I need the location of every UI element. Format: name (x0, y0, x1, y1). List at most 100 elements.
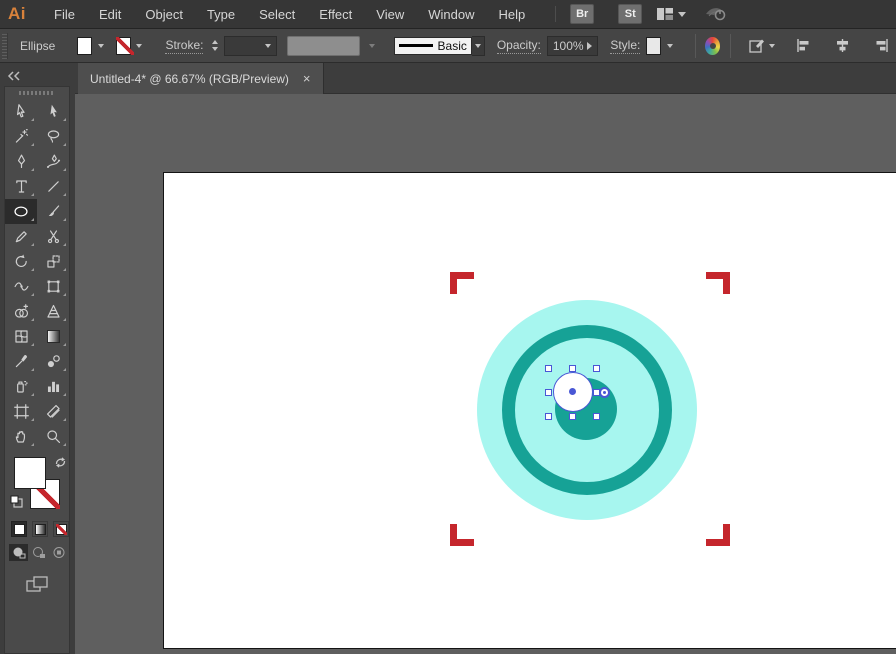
document-tab[interactable]: Untitled-4* @ 66.67% (RGB/Preview) × (78, 63, 324, 94)
eyedropper-tool[interactable] (5, 349, 37, 374)
hand-tool[interactable] (5, 424, 37, 449)
stroke-color-swatch[interactable] (116, 37, 131, 55)
crop-mark-top-right[interactable] (706, 272, 730, 294)
align-left-icon (795, 37, 812, 54)
graphic-style-swatch[interactable] (646, 37, 661, 55)
gradient-tool-icon (47, 330, 60, 343)
tab-close-button[interactable]: × (303, 72, 311, 85)
scale-tool[interactable] (37, 249, 69, 274)
collapse-panel-button[interactable] (7, 68, 21, 86)
mesh-tool[interactable] (5, 324, 37, 349)
chevron-down-icon (678, 12, 686, 17)
crop-mark-bottom-left[interactable] (450, 524, 474, 546)
crop-mark-top-left[interactable] (450, 272, 474, 294)
align-left-button[interactable] (789, 34, 818, 58)
width-tool[interactable] (5, 274, 37, 299)
change-screen-mode-button[interactable] (24, 575, 50, 595)
type-tool[interactable] (5, 174, 37, 199)
pen-tool[interactable] (5, 149, 37, 174)
perspective-grid-tool[interactable] (37, 299, 69, 324)
live-shape-widget[interactable] (599, 387, 610, 398)
artboard-tool[interactable] (5, 399, 37, 424)
brush-definition-combo[interactable]: Basic (394, 37, 472, 55)
selection-handle-top-middle[interactable] (569, 365, 576, 372)
menu-object[interactable]: Object (133, 7, 195, 22)
selection-center-anchor[interactable] (569, 388, 576, 395)
scissors-tool-icon (45, 228, 62, 245)
gradient-tool[interactable] (37, 324, 69, 349)
control-bar: Ellipse Stroke: Basic Opacity: 100% Styl… (0, 29, 896, 63)
pencil-tool[interactable] (5, 224, 37, 249)
align-center-button[interactable] (828, 34, 857, 58)
workspace-switcher-button[interactable] (656, 6, 686, 22)
paintbrush-tool[interactable] (37, 199, 69, 224)
stepper-up-icon (212, 40, 218, 44)
zoom-tool[interactable] (37, 424, 69, 449)
scissors-tool[interactable] (37, 224, 69, 249)
selection-tool-icon (13, 103, 30, 120)
direct-selection-tool[interactable] (37, 99, 69, 124)
menu-file[interactable]: File (42, 7, 87, 22)
stroke-weight-combo[interactable] (224, 36, 277, 56)
none-button[interactable] (53, 521, 69, 537)
default-fill-stroke-icon[interactable] (10, 495, 23, 513)
shape-properties-button[interactable] (741, 34, 781, 58)
selection-handle-bottom-right[interactable] (593, 413, 600, 420)
menu-view[interactable]: View (364, 7, 416, 22)
ellipse-tool[interactable] (5, 199, 37, 224)
draw-inside-button[interactable] (49, 544, 68, 561)
free-transform-tool[interactable] (37, 274, 69, 299)
menu-bar: Ai File Edit Object Type Select Effect V… (0, 0, 896, 29)
eyedropper-tool-icon (13, 353, 30, 370)
bridge-button[interactable]: Br (570, 4, 594, 24)
selection-handle-top-left[interactable] (545, 365, 552, 372)
canvas-area (75, 94, 896, 654)
selection-handle-middle-left[interactable] (545, 389, 552, 396)
menu-edit[interactable]: Edit (87, 7, 133, 22)
panel-drag-grip[interactable] (19, 91, 55, 95)
slice-tool[interactable] (37, 399, 69, 424)
blend-tool[interactable] (37, 349, 69, 374)
graphic-style-dropdown[interactable] (663, 37, 676, 55)
stock-button[interactable]: St (618, 4, 642, 24)
lasso-tool[interactable] (37, 124, 69, 149)
fill-color-dropdown[interactable] (94, 37, 107, 55)
menu-help[interactable]: Help (486, 7, 537, 22)
shape-builder-tool[interactable] (5, 299, 37, 324)
stroke-weight-label[interactable]: Stroke: (165, 38, 203, 54)
opacity-label[interactable]: Opacity: (497, 38, 541, 54)
menu-select[interactable]: Select (247, 7, 307, 22)
menu-effect[interactable]: Effect (307, 7, 364, 22)
gradient-button[interactable] (32, 521, 48, 537)
width-profile-chevron (366, 37, 379, 55)
zoom-tool-icon (45, 428, 62, 445)
fill-swatch[interactable] (14, 457, 46, 489)
crop-mark-bottom-right[interactable] (706, 524, 730, 546)
selection-handle-bottom-middle[interactable] (569, 413, 576, 420)
color-button[interactable] (11, 521, 27, 537)
menu-type[interactable]: Type (195, 7, 247, 22)
swap-fill-stroke-icon[interactable] (54, 456, 67, 474)
stroke-color-dropdown[interactable] (133, 37, 146, 55)
stroke-weight-stepper[interactable] (209, 40, 221, 51)
column-graph-tool[interactable] (37, 374, 69, 399)
line-segment-tool[interactable] (37, 174, 69, 199)
rotate-tool[interactable] (5, 249, 37, 274)
selection-handle-top-right[interactable] (593, 365, 600, 372)
brush-definition-dropdown[interactable] (472, 36, 485, 56)
style-label[interactable]: Style: (610, 38, 640, 54)
fill-color-swatch[interactable] (77, 37, 92, 55)
menu-window[interactable]: Window (416, 7, 486, 22)
panel-grip[interactable] (2, 33, 8, 59)
curvature-tool[interactable] (37, 149, 69, 174)
gpu-performance-icon[interactable] (704, 4, 728, 25)
magic-wand-tool[interactable] (5, 124, 37, 149)
align-right-button[interactable] (867, 34, 896, 58)
selection-handle-bottom-left[interactable] (545, 413, 552, 420)
recolor-artwork-icon[interactable] (705, 37, 720, 55)
selection-tool[interactable] (5, 99, 37, 124)
draw-normal-button[interactable] (9, 544, 28, 561)
symbol-sprayer-tool[interactable] (5, 374, 37, 399)
opacity-field[interactable]: 100% (547, 36, 598, 56)
draw-behind-button[interactable] (29, 544, 48, 561)
